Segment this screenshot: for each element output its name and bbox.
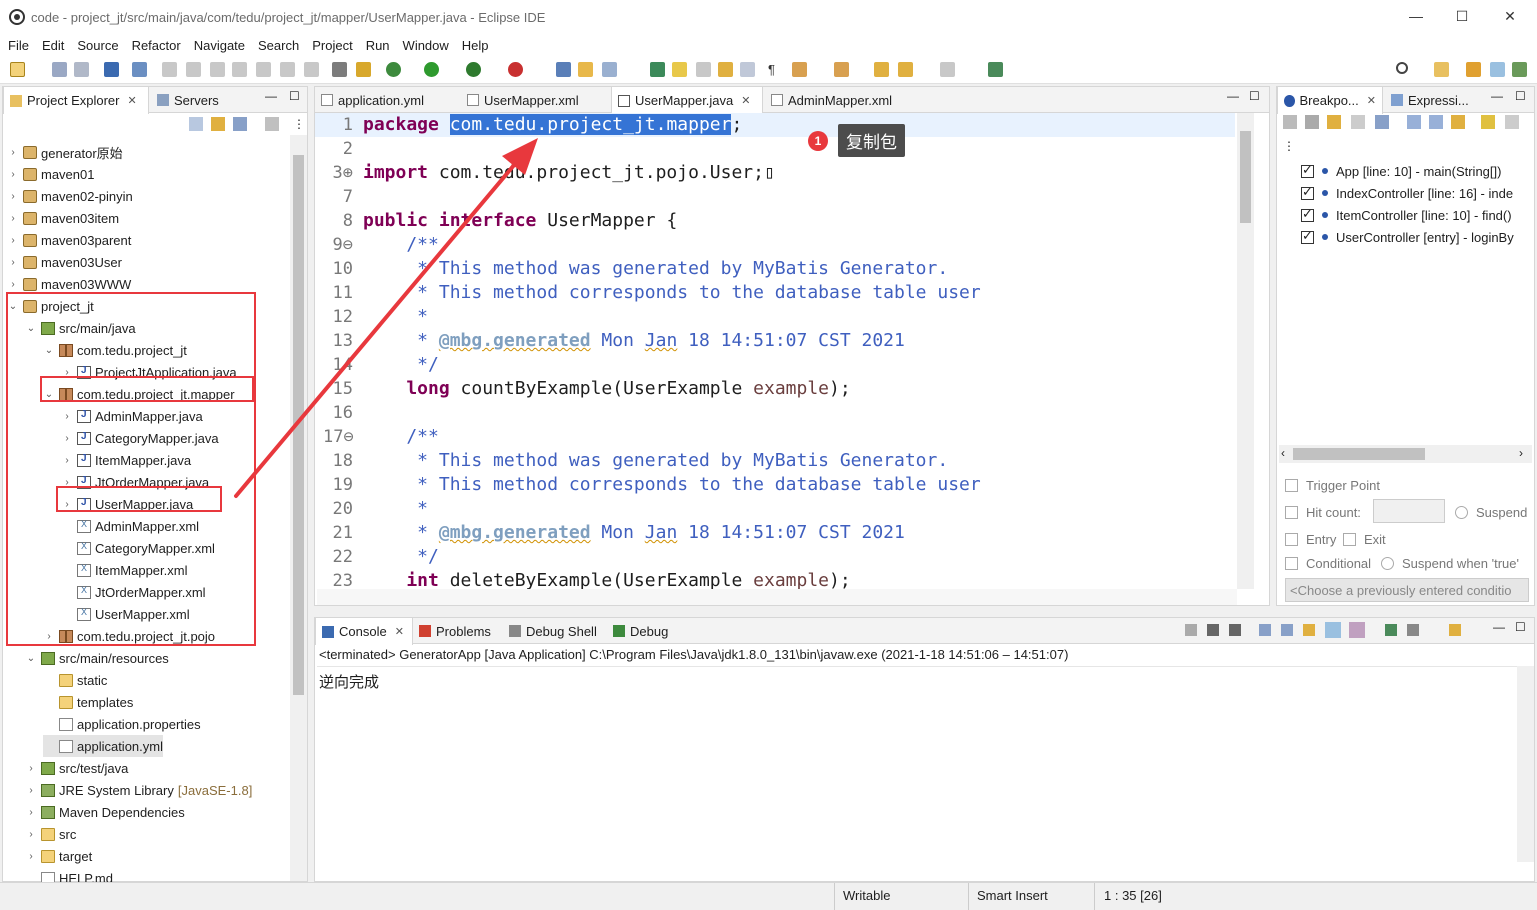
callout-step-number: 1 xyxy=(808,131,828,151)
callout-label: 复制包 xyxy=(838,124,905,157)
annotation-arrow xyxy=(234,138,538,498)
